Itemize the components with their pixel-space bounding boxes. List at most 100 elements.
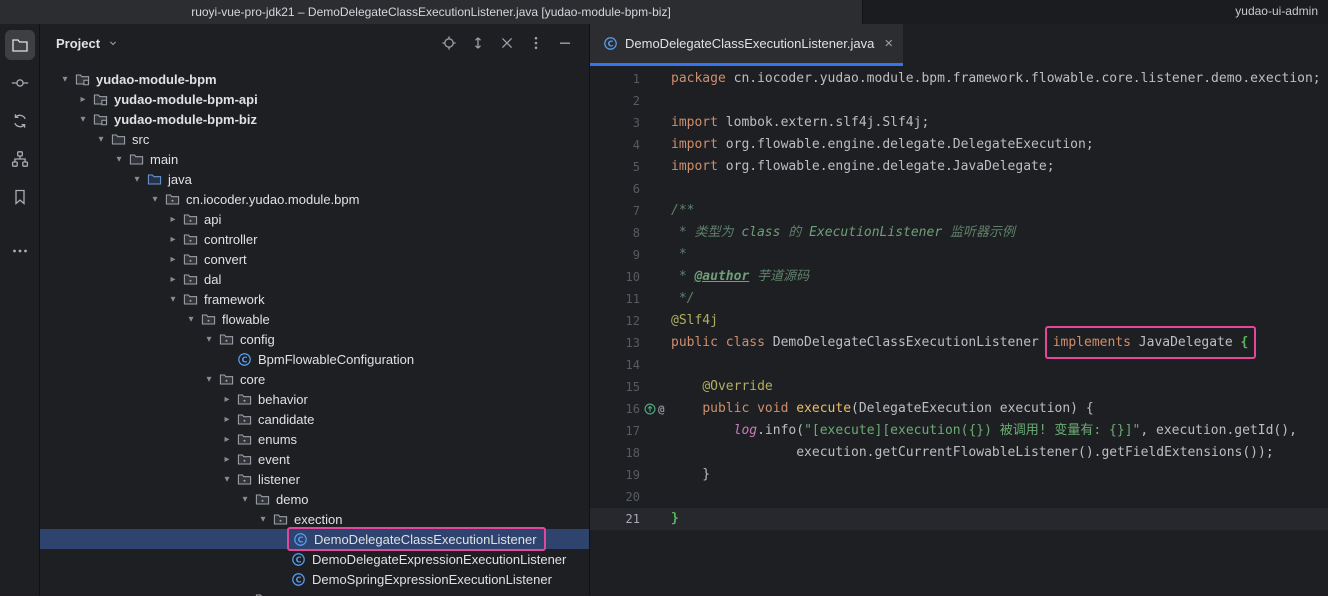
chevron-collapsed-icon[interactable]: ▸	[218, 434, 236, 445]
line-number[interactable]: 13	[590, 336, 640, 350]
tree-item[interactable]: CBpmFlowableConfiguration	[40, 349, 589, 369]
tree-item[interactable]: ▾java	[40, 169, 589, 189]
tree-item[interactable]: ▸behavior	[40, 389, 589, 409]
tree-item[interactable]: ▾main	[40, 149, 589, 169]
collapse-all-icon[interactable]	[495, 31, 519, 55]
line-number[interactable]: 11	[590, 292, 640, 306]
code-line[interactable]: 6	[590, 178, 1328, 200]
code-line[interactable]: 13public class DemoDelegateClassExecutio…	[590, 332, 1328, 354]
code-line[interactable]: 2	[590, 90, 1328, 112]
tree-item[interactable]: CDemoSpringExpressionExecutionListener	[40, 569, 589, 589]
editor-tab[interactable]: C DemoDelegateClassExecutionListener.jav…	[590, 24, 903, 66]
code-line[interactable]: 5import org.flowable.engine.delegate.Jav…	[590, 156, 1328, 178]
line-number[interactable]: 2	[590, 94, 640, 108]
tree-item[interactable]: ▾flowable	[40, 309, 589, 329]
line-number[interactable]: 8	[590, 226, 640, 240]
activity-bar-item-commit[interactable]	[5, 68, 35, 98]
hide-icon[interactable]	[553, 31, 577, 55]
chevron-expanded-icon[interactable]: ▾	[74, 114, 92, 125]
tree-item[interactable]: ▸yudao-module-bpm-api	[40, 89, 589, 109]
code-line[interactable]: 9 *	[590, 244, 1328, 266]
line-number[interactable]: 12	[590, 314, 640, 328]
chevron-collapsed-icon[interactable]: ▸	[74, 94, 92, 105]
code-line[interactable]: 15 @Override	[590, 376, 1328, 398]
activity-bar-item-bookmarks[interactable]	[5, 182, 35, 212]
tree-item[interactable]: ▾demo	[40, 489, 589, 509]
line-number[interactable]: 14	[590, 358, 640, 372]
tree-item[interactable]: ▸api	[40, 209, 589, 229]
line-number[interactable]: 21	[590, 512, 640, 526]
chevron-expanded-icon[interactable]: ▾	[200, 334, 218, 345]
tree-item[interactable]: ▾src	[40, 129, 589, 149]
chevron-expanded-icon[interactable]: ▾	[236, 494, 254, 505]
line-number[interactable]: 16	[590, 402, 640, 416]
line-number[interactable]: 18	[590, 446, 640, 460]
activity-bar-item-structure[interactable]	[5, 144, 35, 174]
activity-bar-item-project[interactable]	[5, 30, 35, 60]
secondary-window-titlebar[interactable]: yudao-ui-admin	[862, 0, 1328, 24]
chevron-expanded-icon[interactable]: ▾	[218, 474, 236, 485]
tree-item[interactable]: ▾cn.iocoder.yudao.module.bpm	[40, 189, 589, 209]
code-line[interactable]: 7/**	[590, 200, 1328, 222]
chevron-expanded-icon[interactable]: ▾	[146, 194, 164, 205]
tree-item[interactable]: ▾yudao-module-bpm-biz	[40, 109, 589, 129]
line-number[interactable]: 15	[590, 380, 640, 394]
line-number[interactable]: 4	[590, 138, 640, 152]
tree-item[interactable]: CDemoDelegateExpressionExecutionListener	[40, 549, 589, 569]
line-number[interactable]: 20	[590, 490, 640, 504]
code-line[interactable]: 10 * @author 芋道源码	[590, 266, 1328, 288]
tree-item[interactable]: ▸	[40, 589, 589, 596]
chevron-collapsed-icon[interactable]: ▸	[164, 274, 182, 285]
chevron-expanded-icon[interactable]: ▾	[92, 134, 110, 145]
chevron-collapsed-icon[interactable]: ▸	[218, 414, 236, 425]
line-number[interactable]: 10	[590, 270, 640, 284]
chevron-expanded-icon[interactable]: ▾	[200, 374, 218, 385]
expand-all-icon[interactable]	[466, 31, 490, 55]
annotation-icon[interactable]: @	[658, 402, 665, 417]
override-icon[interactable]	[644, 403, 656, 415]
line-number[interactable]: 3	[590, 116, 640, 130]
chevron-expanded-icon[interactable]: ▾	[56, 74, 74, 85]
code-line[interactable]: 4import org.flowable.engine.delegate.Del…	[590, 134, 1328, 156]
code-line[interactable]: 1package cn.iocoder.yudao.module.bpm.fra…	[590, 68, 1328, 90]
chevron-expanded-icon[interactable]: ▾	[182, 314, 200, 325]
code-line[interactable]: 3import lombok.extern.slf4j.Slf4j;	[590, 112, 1328, 134]
chevron-collapsed-icon[interactable]: ▸	[218, 454, 236, 465]
code-line[interactable]: 20	[590, 486, 1328, 508]
tree-item[interactable]: ▸event	[40, 449, 589, 469]
chevron-collapsed-icon[interactable]: ▸	[164, 214, 182, 225]
tree-item[interactable]: ▸enums	[40, 429, 589, 449]
tree-item[interactable]: ▸candidate	[40, 409, 589, 429]
chevron-expanded-icon[interactable]: ▾	[254, 514, 272, 525]
tree-item[interactable]: ▾exection	[40, 509, 589, 529]
code-line[interactable]: 8 * 类型为 class 的 ExecutionListener 监听器示例	[590, 222, 1328, 244]
tree-item[interactable]: CDemoDelegateClassExecutionListener	[40, 529, 589, 549]
code-line[interactable]: 16@ public void execute(DelegateExecutio…	[590, 398, 1328, 420]
tree-item[interactable]: ▸convert	[40, 249, 589, 269]
chevron-expanded-icon[interactable]: ▾	[110, 154, 128, 165]
line-number[interactable]: 1	[590, 72, 640, 86]
line-number[interactable]: 17	[590, 424, 640, 438]
tree-item[interactable]: ▾core	[40, 369, 589, 389]
tree-item[interactable]: ▾framework	[40, 289, 589, 309]
chevron-collapsed-icon[interactable]: ▸	[164, 254, 182, 265]
chevron-collapsed-icon[interactable]: ▸	[164, 234, 182, 245]
locate-icon[interactable]	[437, 31, 461, 55]
tree-item[interactable]: ▾config	[40, 329, 589, 349]
activity-bar-item-pull-requests[interactable]	[5, 106, 35, 136]
code-area[interactable]: 1package cn.iocoder.yudao.module.bpm.fra…	[590, 66, 1328, 596]
options-menu-icon[interactable]	[524, 31, 548, 55]
code-line[interactable]: 11 */	[590, 288, 1328, 310]
code-line[interactable]: 17 log.info("[execute][execution({}) 被调用…	[590, 420, 1328, 442]
chevron-down-icon[interactable]	[105, 31, 121, 55]
code-line[interactable]: 19 }	[590, 464, 1328, 486]
close-tab-icon[interactable]: ×	[884, 36, 893, 51]
line-number[interactable]: 9	[590, 248, 640, 262]
line-number[interactable]: 5	[590, 160, 640, 174]
tree-item[interactable]: ▾yudao-module-bpm	[40, 69, 589, 89]
code-line[interactable]: 21}	[590, 508, 1328, 530]
tree-item[interactable]: ▾listener	[40, 469, 589, 489]
chevron-expanded-icon[interactable]: ▾	[128, 174, 146, 185]
tree-item[interactable]: ▸dal	[40, 269, 589, 289]
activity-bar-item-more-tool-windows[interactable]	[5, 236, 35, 266]
